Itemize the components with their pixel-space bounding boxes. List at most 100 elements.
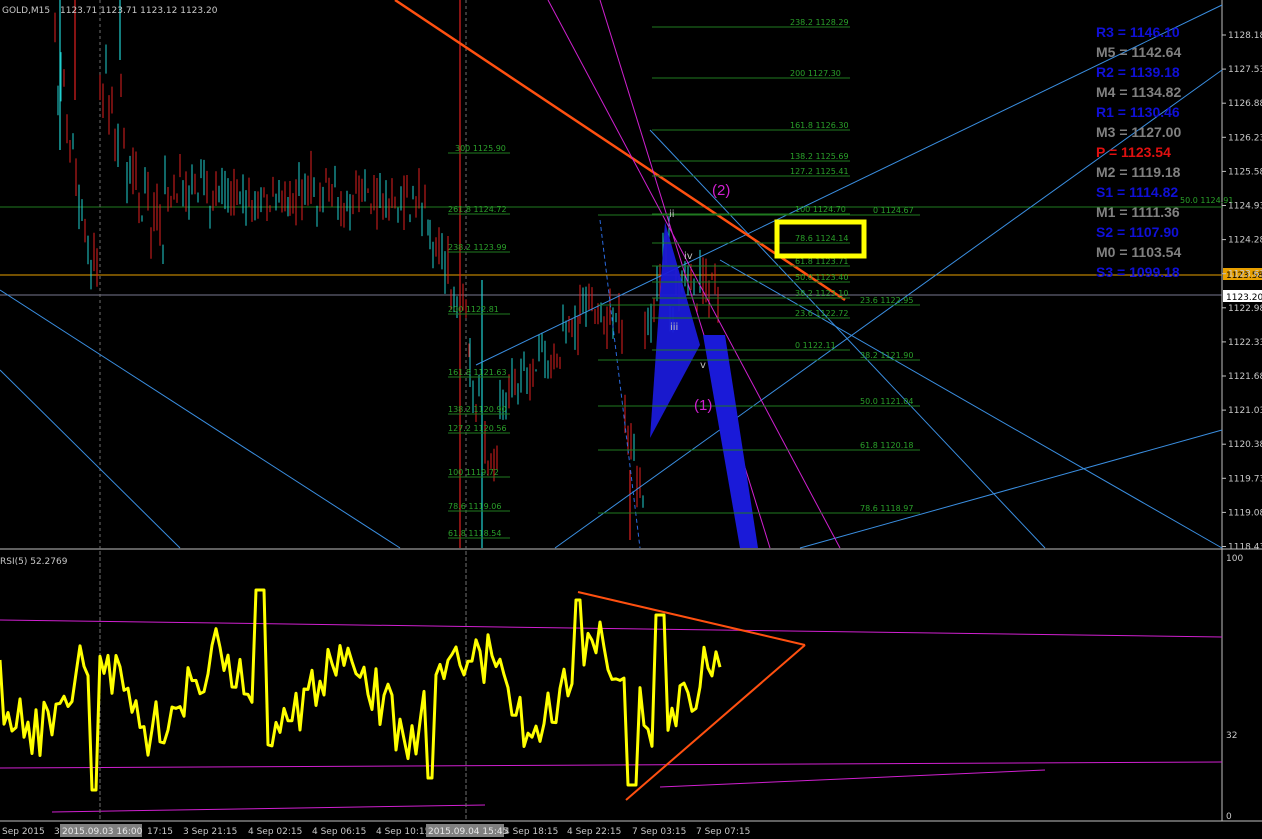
- candle-body: [373, 188, 375, 198]
- candle-body: [99, 90, 101, 96]
- candle-body: [585, 305, 587, 310]
- candle-body: [382, 201, 384, 211]
- candle-body: [532, 366, 534, 369]
- price-tick-label: 1127.53: [1228, 65, 1262, 75]
- candle-body: [650, 308, 652, 330]
- candle-body: [331, 192, 333, 201]
- fib-retr-label: 23.6 1122.95: [860, 296, 913, 305]
- candle-body: [69, 141, 71, 155]
- candle-body: [301, 192, 303, 209]
- candle-body: [325, 176, 327, 182]
- candle-body: [221, 185, 223, 187]
- candle-body: [559, 360, 561, 369]
- candle-body: [529, 380, 531, 388]
- pivot-label: S3 = 1099.18: [1096, 264, 1180, 280]
- candle-body: [355, 185, 357, 194]
- candle-body: [266, 207, 268, 214]
- candle-body: [547, 372, 549, 378]
- fib-retr-label: 61.8 1120.18: [860, 441, 913, 450]
- pivot-label: M0 = 1103.54: [1096, 244, 1181, 260]
- time-label: 4 Sep 06:15: [312, 827, 366, 837]
- candle-body: [81, 210, 83, 215]
- candle-body: [141, 217, 143, 221]
- candle-body: [215, 186, 217, 201]
- candle-body: [173, 185, 175, 197]
- candle-body: [233, 182, 235, 200]
- candle-body: [517, 394, 519, 405]
- candle-body: [230, 187, 232, 199]
- candle-body: [415, 209, 417, 213]
- candle-body: [352, 197, 354, 199]
- price-tick-label: 1126.23: [1228, 133, 1262, 143]
- candle-body: [287, 199, 289, 204]
- candle-body: [699, 267, 701, 277]
- candle-body: [188, 197, 190, 204]
- fib-label: 100 1124.70: [795, 205, 846, 214]
- candle-body: [484, 434, 486, 451]
- candle-body: [370, 205, 372, 209]
- candle-body: [191, 178, 193, 182]
- candle-body: [630, 437, 632, 456]
- candle-body: [63, 81, 65, 84]
- time-label: 7 Sep 07:15: [696, 827, 750, 837]
- candle-body: [636, 479, 638, 493]
- wave-label-2: (2): [712, 182, 730, 199]
- candle-body: [334, 173, 336, 179]
- candle-body: [117, 137, 119, 150]
- candle-body: [123, 128, 125, 135]
- wave-label-v: v: [700, 360, 706, 371]
- candle-body: [197, 194, 199, 196]
- candle-body: [340, 210, 342, 217]
- candle-body: [412, 196, 414, 198]
- candle-body: [236, 195, 238, 205]
- candle-body: [144, 178, 146, 189]
- candle-body: [218, 192, 220, 194]
- price-panel[interactable]: [0, 0, 1222, 548]
- time-label: 2015.09.04 15:45: [428, 827, 508, 837]
- chart-canvas[interactable]: 238.2 1128.29 200 1127.30 161.8 1126.30 138…: [0, 0, 1262, 839]
- candle-body: [403, 189, 405, 213]
- candle-body: [574, 316, 576, 332]
- price-tick-label: 1126.88: [1228, 99, 1262, 109]
- candle-body: [263, 189, 265, 191]
- candle-body: [478, 379, 480, 384]
- candle-body: [505, 400, 507, 404]
- time-axis: Sep 2015 3 2015.09.03 16:00 17:15 3 Sep …: [2, 824, 750, 837]
- candle-body: [322, 199, 324, 209]
- candle-body: [435, 240, 437, 248]
- candle-body: [150, 228, 152, 245]
- candle-body: [514, 385, 516, 388]
- candle-body: [224, 188, 226, 193]
- candle-body: [391, 188, 393, 206]
- candle-body: [57, 90, 59, 100]
- candle-body: [96, 265, 98, 273]
- candle-body: [627, 439, 629, 443]
- rsi-panel[interactable]: [0, 551, 1222, 821]
- candle-body: [289, 192, 291, 197]
- candle-body: [656, 285, 658, 296]
- candle-body: [84, 228, 86, 231]
- candle-body: [114, 133, 116, 144]
- fib-left-label: 300 1125.90: [455, 144, 506, 153]
- candle-body: [313, 181, 315, 185]
- candle-body: [284, 197, 286, 202]
- candle-body: [376, 197, 378, 218]
- price-tick-label: 1122.33: [1228, 338, 1262, 348]
- candle-body: [105, 58, 107, 63]
- candle-body: [624, 409, 626, 419]
- fib-left-label: 61.8 1118.54: [448, 529, 501, 538]
- candle-body: [316, 206, 318, 210]
- candle-body: [644, 331, 646, 338]
- fib-far-label: 50.0 1124.91: [1180, 196, 1233, 205]
- candle-body: [472, 388, 474, 399]
- candle-body: [272, 184, 274, 195]
- candle-body: [594, 316, 596, 322]
- fib-retr-label: 38.2 1121.90: [860, 351, 913, 360]
- candle-body: [571, 320, 573, 332]
- candle-body: [562, 313, 564, 318]
- candle-body: [319, 188, 321, 197]
- candle-body: [579, 297, 581, 319]
- time-label: 4 Sep 22:15: [567, 827, 621, 837]
- rsi-tick-100: 100: [1226, 554, 1243, 564]
- candle-body: [153, 205, 155, 216]
